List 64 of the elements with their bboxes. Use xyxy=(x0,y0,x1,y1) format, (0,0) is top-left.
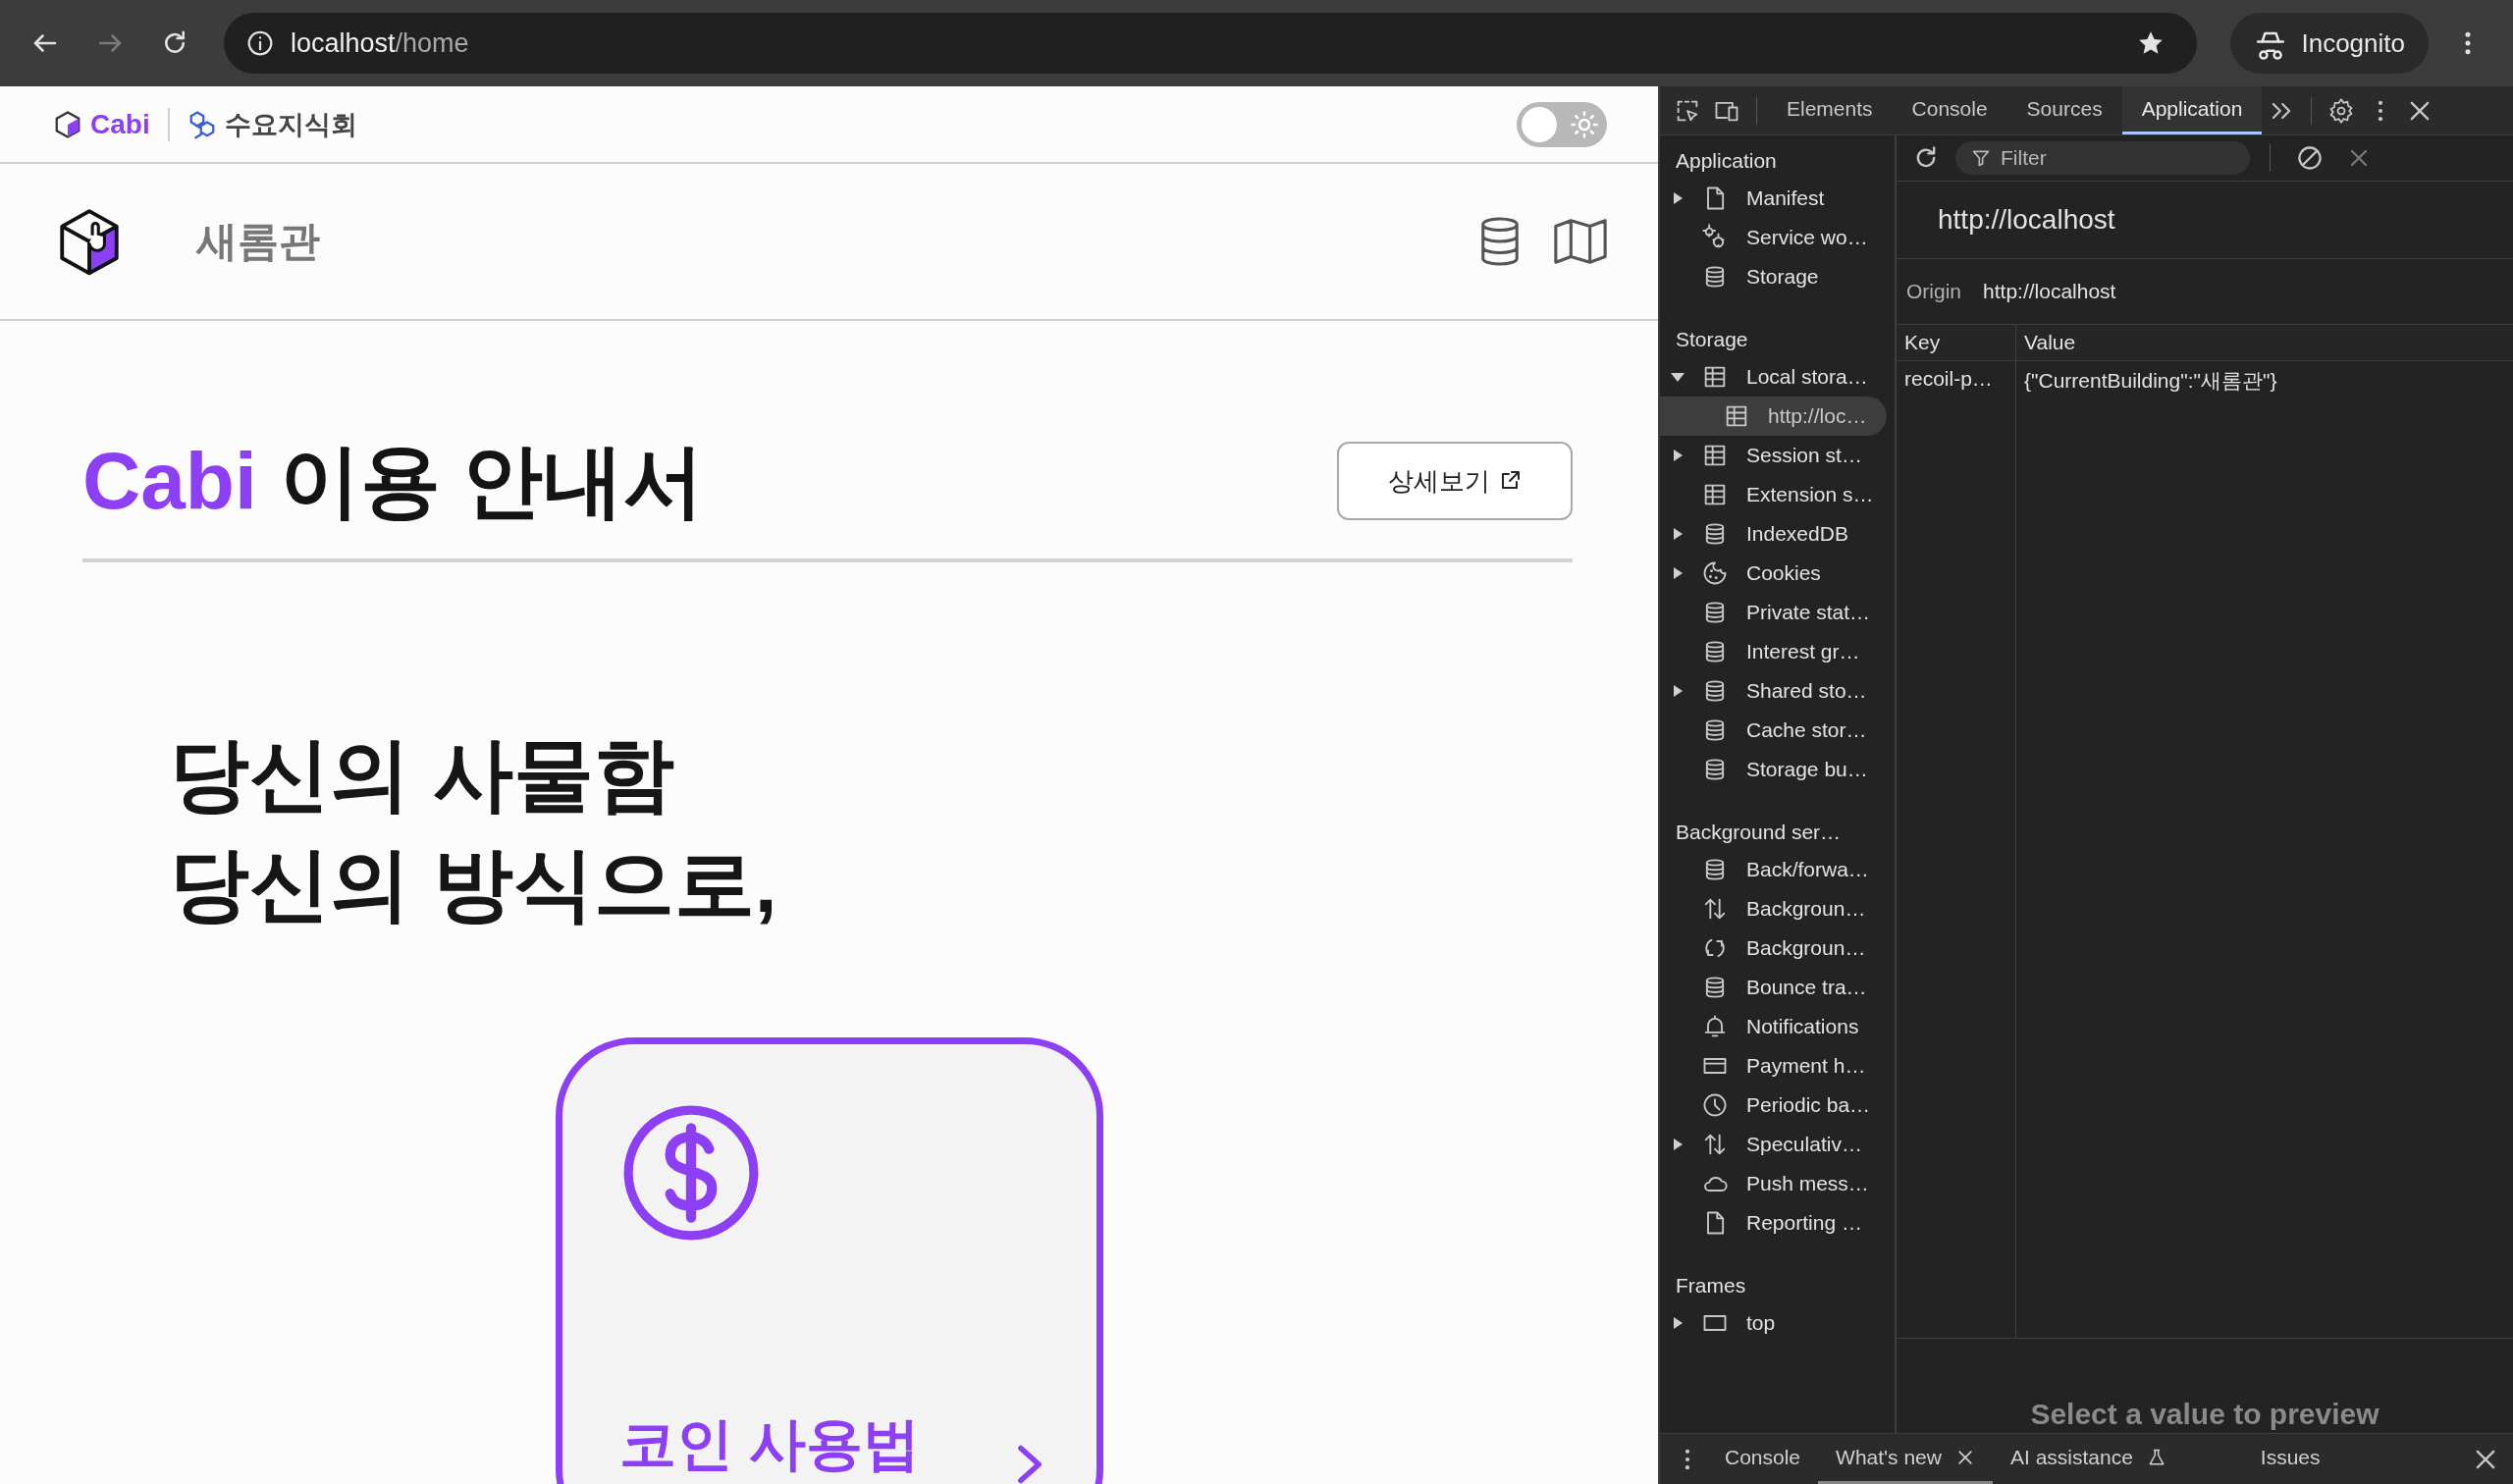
column-header[interactable]: Key xyxy=(1897,325,2016,361)
url-path: /home xyxy=(395,27,469,59)
headline: 당신의 사물함 xyxy=(169,728,675,822)
club-link[interactable]: 수요지식회 xyxy=(224,106,357,142)
filter-field[interactable]: Filter xyxy=(1955,141,2250,175)
sidebar-item[interactable]: Storage bu… xyxy=(1660,750,1887,789)
drawer-tab[interactable]: Issues xyxy=(2242,1434,2338,1484)
devtools-tab[interactable]: Console xyxy=(1892,86,2007,134)
clock-icon xyxy=(1701,1091,1729,1119)
sidebar-item[interactable]: Manifest xyxy=(1660,179,1887,218)
sun-icon xyxy=(1570,109,1599,139)
devtools-tab[interactable]: Application xyxy=(2121,86,2263,134)
cookie-icon xyxy=(1701,559,1729,587)
sidebar-item[interactable]: Service wo… xyxy=(1660,218,1887,257)
headline: 당신의 방식으로, xyxy=(169,838,778,931)
building-name: 새롬관 xyxy=(196,217,320,266)
sidebar-item[interactable]: Interest gr… xyxy=(1660,632,1887,671)
origin-title: http://localhost xyxy=(1897,182,2513,259)
sidebar-item[interactable]: Cache stor… xyxy=(1660,711,1887,750)
sidebar-item[interactable]: top xyxy=(1660,1303,1887,1343)
address-bar[interactable]: localhost/home xyxy=(224,13,2198,74)
drawer-tab[interactable]: What's new xyxy=(1818,1434,1993,1484)
dark-mode-toggle[interactable] xyxy=(1517,101,1607,147)
guide-title: Cabi 이용 안내서 xyxy=(82,437,705,526)
preview-hint: Select a value to preview xyxy=(2030,1398,2379,1431)
sidebar-item[interactable]: Back/forwa… xyxy=(1660,850,1887,889)
sidebar-item[interactable]: Periodic ba… xyxy=(1660,1086,1887,1125)
sidebar-item[interactable]: Push mess… xyxy=(1660,1164,1887,1203)
sidebar-item[interactable]: Shared sto… xyxy=(1660,671,1887,711)
sidebar-item[interactable]: Private stat… xyxy=(1660,593,1887,632)
sidebar-item[interactable]: Reporting … xyxy=(1660,1203,1887,1243)
sidebar-item[interactable]: Payment h… xyxy=(1660,1046,1887,1086)
origin-label: Origin xyxy=(1906,280,1962,303)
sidebar-item[interactable]: Backgroun… xyxy=(1660,889,1887,928)
devtools-tab[interactable]: Elements xyxy=(1767,86,1893,134)
table-cell[interactable]: recoil-p… xyxy=(1897,361,2016,398)
sidebar-item[interactable]: Cookies xyxy=(1660,554,1887,593)
origin-value: http://localhost xyxy=(1983,280,2116,303)
drawer-tab[interactable]: Console xyxy=(1707,1434,1819,1484)
incognito-button[interactable]: Incognito xyxy=(2230,13,2429,74)
sidebar-item[interactable]: Extension s… xyxy=(1660,475,1887,514)
cube-icon[interactable] xyxy=(53,109,82,139)
sidebar-item[interactable]: Speculativ… xyxy=(1660,1125,1887,1164)
sidebar-item[interactable]: http://loc… xyxy=(1660,397,1887,436)
brand-link[interactable]: Cabi xyxy=(90,108,150,140)
sidebar-heading: Application xyxy=(1675,148,1778,174)
sidebar-item[interactable]: Local stora… xyxy=(1660,357,1887,397)
sidebar-item[interactable]: Backgroun… xyxy=(1660,928,1887,968)
sidebar-item[interactable]: Notifications xyxy=(1660,1007,1887,1046)
sidebar-heading: Storage xyxy=(1675,327,1749,352)
sidebar-heading: Background ser… xyxy=(1675,820,1843,845)
url-host: localhost xyxy=(291,27,396,59)
devtools-tab[interactable]: Sources xyxy=(2006,86,2122,134)
sidebar-heading: Frames xyxy=(1675,1273,1747,1298)
sidebar-item[interactable]: Storage xyxy=(1660,257,1887,296)
sidebar-item[interactable]: Session st… xyxy=(1660,436,1887,475)
sidebar-item[interactable]: IndexedDB xyxy=(1660,514,1887,554)
coin-guide-card[interactable]: 코인 사용법 xyxy=(556,1037,1103,1484)
table-cell[interactable]: {"CurrentBuilding":"새롬관"} xyxy=(2016,361,2513,398)
drawer-tab[interactable]: AI assistance xyxy=(1992,1434,2184,1484)
sidebar-item[interactable]: Bounce tra… xyxy=(1660,968,1887,1007)
details-button[interactable]: 상세보기 xyxy=(1337,442,1573,521)
info-icon xyxy=(245,28,275,58)
card-title: 코인 사용법 xyxy=(619,1410,921,1478)
